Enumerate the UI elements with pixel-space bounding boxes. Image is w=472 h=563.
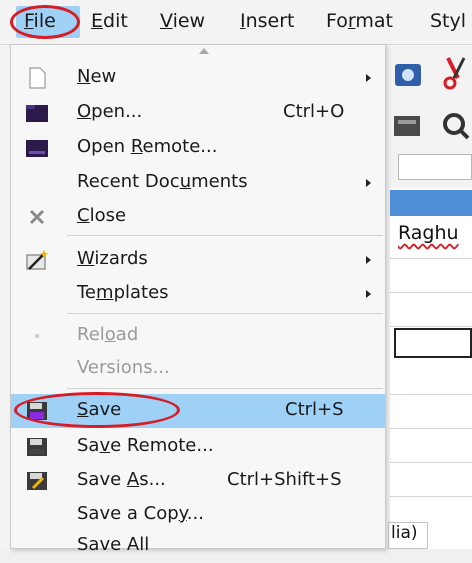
cell-value[interactable]: Raghu xyxy=(398,222,459,244)
menu-item-wizards[interactable]: Wizards xyxy=(11,243,385,277)
menu-bar: File Edit View Insert Format Styl xyxy=(0,0,472,45)
menu-item-save-remote[interactable]: Save Remote... xyxy=(11,430,385,464)
menu-view[interactable]: View xyxy=(160,10,205,32)
formula-input[interactable] xyxy=(398,154,472,180)
reload-icon xyxy=(35,334,39,338)
menu-item-close[interactable]: Close xyxy=(11,200,385,234)
menu-item-versions[interactable]: Versions... xyxy=(11,352,385,386)
menu-separator xyxy=(67,313,383,314)
print-preview-icon[interactable] xyxy=(392,58,426,92)
menu-insert[interactable]: Insert xyxy=(240,10,295,32)
new-document-icon xyxy=(29,67,46,89)
submenu-arrow-icon xyxy=(366,256,371,264)
save-as-icon xyxy=(27,472,47,490)
submenu-arrow-icon xyxy=(366,290,371,298)
menu-styles[interactable]: Styl xyxy=(430,10,466,32)
menu-item-save-as[interactable]: Save As... Ctrl+Shift+S xyxy=(11,464,385,498)
menu-scroll-up-icon[interactable] xyxy=(199,48,209,54)
submenu-arrow-icon xyxy=(366,74,371,82)
cut-icon[interactable] xyxy=(440,54,472,92)
shortcut-save-as: Ctrl+Shift+S xyxy=(227,469,342,490)
menu-item-reload[interactable]: Reload xyxy=(11,319,385,353)
column-header-selected[interactable] xyxy=(390,190,472,216)
menu-item-templates[interactable]: Templates xyxy=(11,277,385,311)
open-folder-icon xyxy=(26,105,48,122)
save-annotation-ring xyxy=(14,392,180,428)
menu-format[interactable]: Format xyxy=(326,10,393,32)
file-annotation-ring xyxy=(10,5,80,39)
menu-item-open-remote[interactable]: Open Remote... xyxy=(11,131,385,165)
menu-separator xyxy=(67,388,383,389)
menu-separator xyxy=(67,235,383,236)
form-icon[interactable] xyxy=(392,112,422,142)
menu-item-new[interactable]: New xyxy=(11,61,385,95)
active-cell[interactable] xyxy=(394,328,472,358)
open-remote-icon xyxy=(26,140,48,157)
menu-item-open[interactable]: Open... Ctrl+O xyxy=(11,96,385,130)
shortcut-open: Ctrl+O xyxy=(283,101,345,122)
file-menu: New Open... Ctrl+O Open Remote... Recent… xyxy=(10,44,386,555)
wizard-wand-icon xyxy=(26,250,48,270)
sheet-tab[interactable]: lia) xyxy=(388,522,428,549)
menu-edit[interactable]: Edit xyxy=(91,10,128,32)
menu-item-save[interactable]: Save Ctrl+S xyxy=(11,392,385,428)
find-icon[interactable] xyxy=(440,110,472,142)
submenu-arrow-icon xyxy=(366,179,371,187)
menu-item-save-a-copy[interactable]: Save a Copy... xyxy=(11,498,385,532)
menu-item-save-all[interactable]: Save All xyxy=(11,529,385,563)
shortcut-save: Ctrl+S xyxy=(285,399,344,420)
menu-item-recent-documents[interactable]: Recent Documents xyxy=(11,166,385,200)
save-remote-icon xyxy=(27,438,47,456)
close-icon xyxy=(29,209,45,225)
